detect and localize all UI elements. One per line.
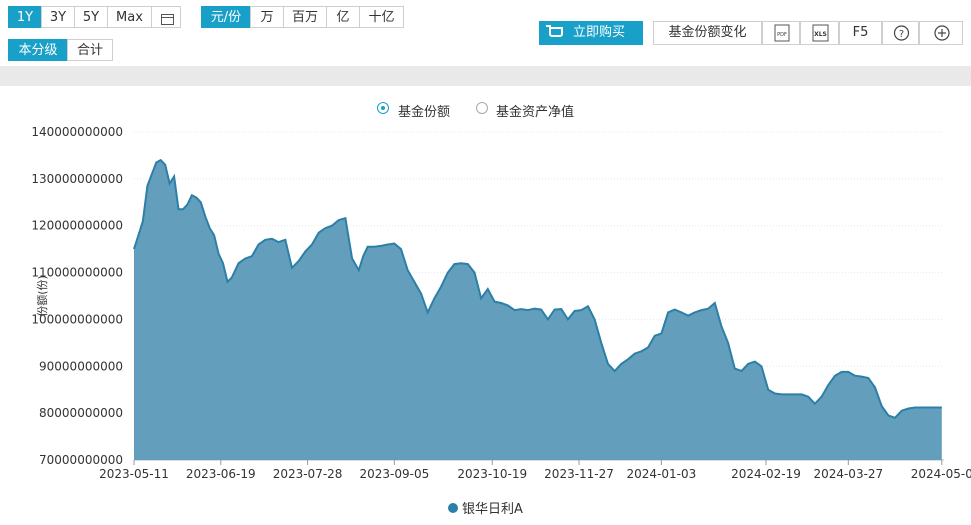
fund-share-toggle-label[interactable]: 基金份额 bbox=[398, 101, 450, 120]
f5-label: F5 bbox=[852, 25, 869, 40]
help-icon-text: ? bbox=[899, 29, 904, 40]
legend-series-name: 银华日利A bbox=[462, 502, 523, 517]
fund-share-radio[interactable] bbox=[377, 102, 389, 114]
pdf-icon-text: PDF bbox=[777, 32, 787, 38]
range-tab-label: 1Y bbox=[16, 10, 34, 25]
help-icon: ? bbox=[893, 25, 910, 41]
xls-icon: XLS bbox=[812, 24, 829, 42]
y-tick-label: 130000000000 bbox=[31, 172, 123, 186]
pdf-icon: PDF bbox=[774, 24, 790, 42]
legend-marker bbox=[448, 503, 458, 513]
x-tick-label: 2023-11-27 bbox=[544, 467, 614, 481]
add-button[interactable] bbox=[919, 21, 963, 45]
share-change-button[interactable]: 基金份额变化 bbox=[653, 21, 762, 45]
range-tab-label: 5Y bbox=[82, 10, 100, 25]
unit-tab-0[interactable]: 元/份 bbox=[201, 6, 251, 28]
net-asset-toggle-label[interactable]: 基金资产净值 bbox=[496, 101, 574, 120]
pdf-export-button[interactable]: PDF bbox=[762, 21, 800, 45]
y-tick-label: 80000000000 bbox=[39, 406, 123, 420]
x-tick-label: 2024-03-27 bbox=[813, 467, 883, 481]
y-axis-label: 份额(份) bbox=[36, 275, 49, 317]
range-tab-1[interactable]: 3Y bbox=[41, 6, 75, 28]
share-tab-label: 本分级 bbox=[18, 43, 58, 58]
share-line bbox=[133, 158, 942, 419]
buy-button[interactable]: 立即购买 bbox=[539, 21, 643, 45]
share-tab-1[interactable]: 合计 bbox=[67, 39, 113, 61]
unit-tab-label: 万 bbox=[260, 10, 274, 25]
calendar-icon bbox=[161, 14, 174, 25]
range-tab-label: 3Y bbox=[49, 10, 67, 25]
y-tick-label: 100000000000 bbox=[31, 312, 123, 326]
cart-icon bbox=[546, 25, 563, 37]
xls-icon-text: XLS bbox=[814, 31, 827, 38]
x-tick-label: 2024-05-0 bbox=[911, 467, 971, 481]
x-tick-label: 2023-10-19 bbox=[457, 467, 527, 481]
buy-button-label: 立即购买 bbox=[573, 25, 626, 40]
x-tick-label: 2024-01-03 bbox=[627, 467, 697, 481]
header-strip bbox=[0, 66, 971, 86]
share-tab-label: 合计 bbox=[76, 43, 103, 58]
share-change-label: 基金份额变化 bbox=[668, 25, 747, 40]
x-tick-label: 2023-07-28 bbox=[273, 467, 343, 481]
range-tab-0[interactable]: 1Y bbox=[8, 6, 42, 28]
x-tick-label: 2023-09-05 bbox=[359, 467, 429, 481]
range-tab-3[interactable]: Max bbox=[107, 6, 152, 28]
plus-circle-icon bbox=[934, 25, 950, 41]
unit-tab-1[interactable]: 万 bbox=[250, 6, 284, 28]
unit-tab-3[interactable]: 亿 bbox=[326, 6, 360, 28]
share-area bbox=[134, 160, 942, 460]
unit-tab-label: 亿 bbox=[336, 10, 350, 25]
y-tick-label: 140000000000 bbox=[31, 125, 123, 139]
y-tick-label: 70000000000 bbox=[39, 453, 123, 467]
x-tick-label: 2023-06-19 bbox=[186, 467, 256, 481]
x-tick-label: 2023-05-11 bbox=[99, 467, 169, 481]
share-tab-0[interactable]: 本分级 bbox=[8, 39, 68, 61]
unit-tab-label: 元/份 bbox=[210, 10, 242, 25]
range-tab-2[interactable]: 5Y bbox=[74, 6, 108, 28]
range-tab-label: Max bbox=[116, 10, 143, 25]
xls-export-button[interactable]: XLS bbox=[800, 21, 839, 45]
x-tick-label: 2024-02-19 bbox=[731, 467, 801, 481]
unit-tab-4[interactable]: 十亿 bbox=[359, 6, 404, 28]
help-button[interactable]: ? bbox=[882, 21, 919, 45]
unit-tab-label: 十亿 bbox=[368, 10, 395, 25]
net-asset-radio[interactable] bbox=[476, 102, 488, 114]
y-tick-label: 110000000000 bbox=[31, 266, 123, 280]
y-tick-label: 90000000000 bbox=[39, 359, 123, 373]
date-range-button[interactable] bbox=[151, 6, 181, 28]
unit-tab-label: 百万 bbox=[291, 10, 318, 25]
f5-button[interactable]: F5 bbox=[839, 21, 882, 45]
unit-tab-2[interactable]: 百万 bbox=[283, 6, 327, 28]
y-tick-label: 120000000000 bbox=[31, 219, 123, 233]
